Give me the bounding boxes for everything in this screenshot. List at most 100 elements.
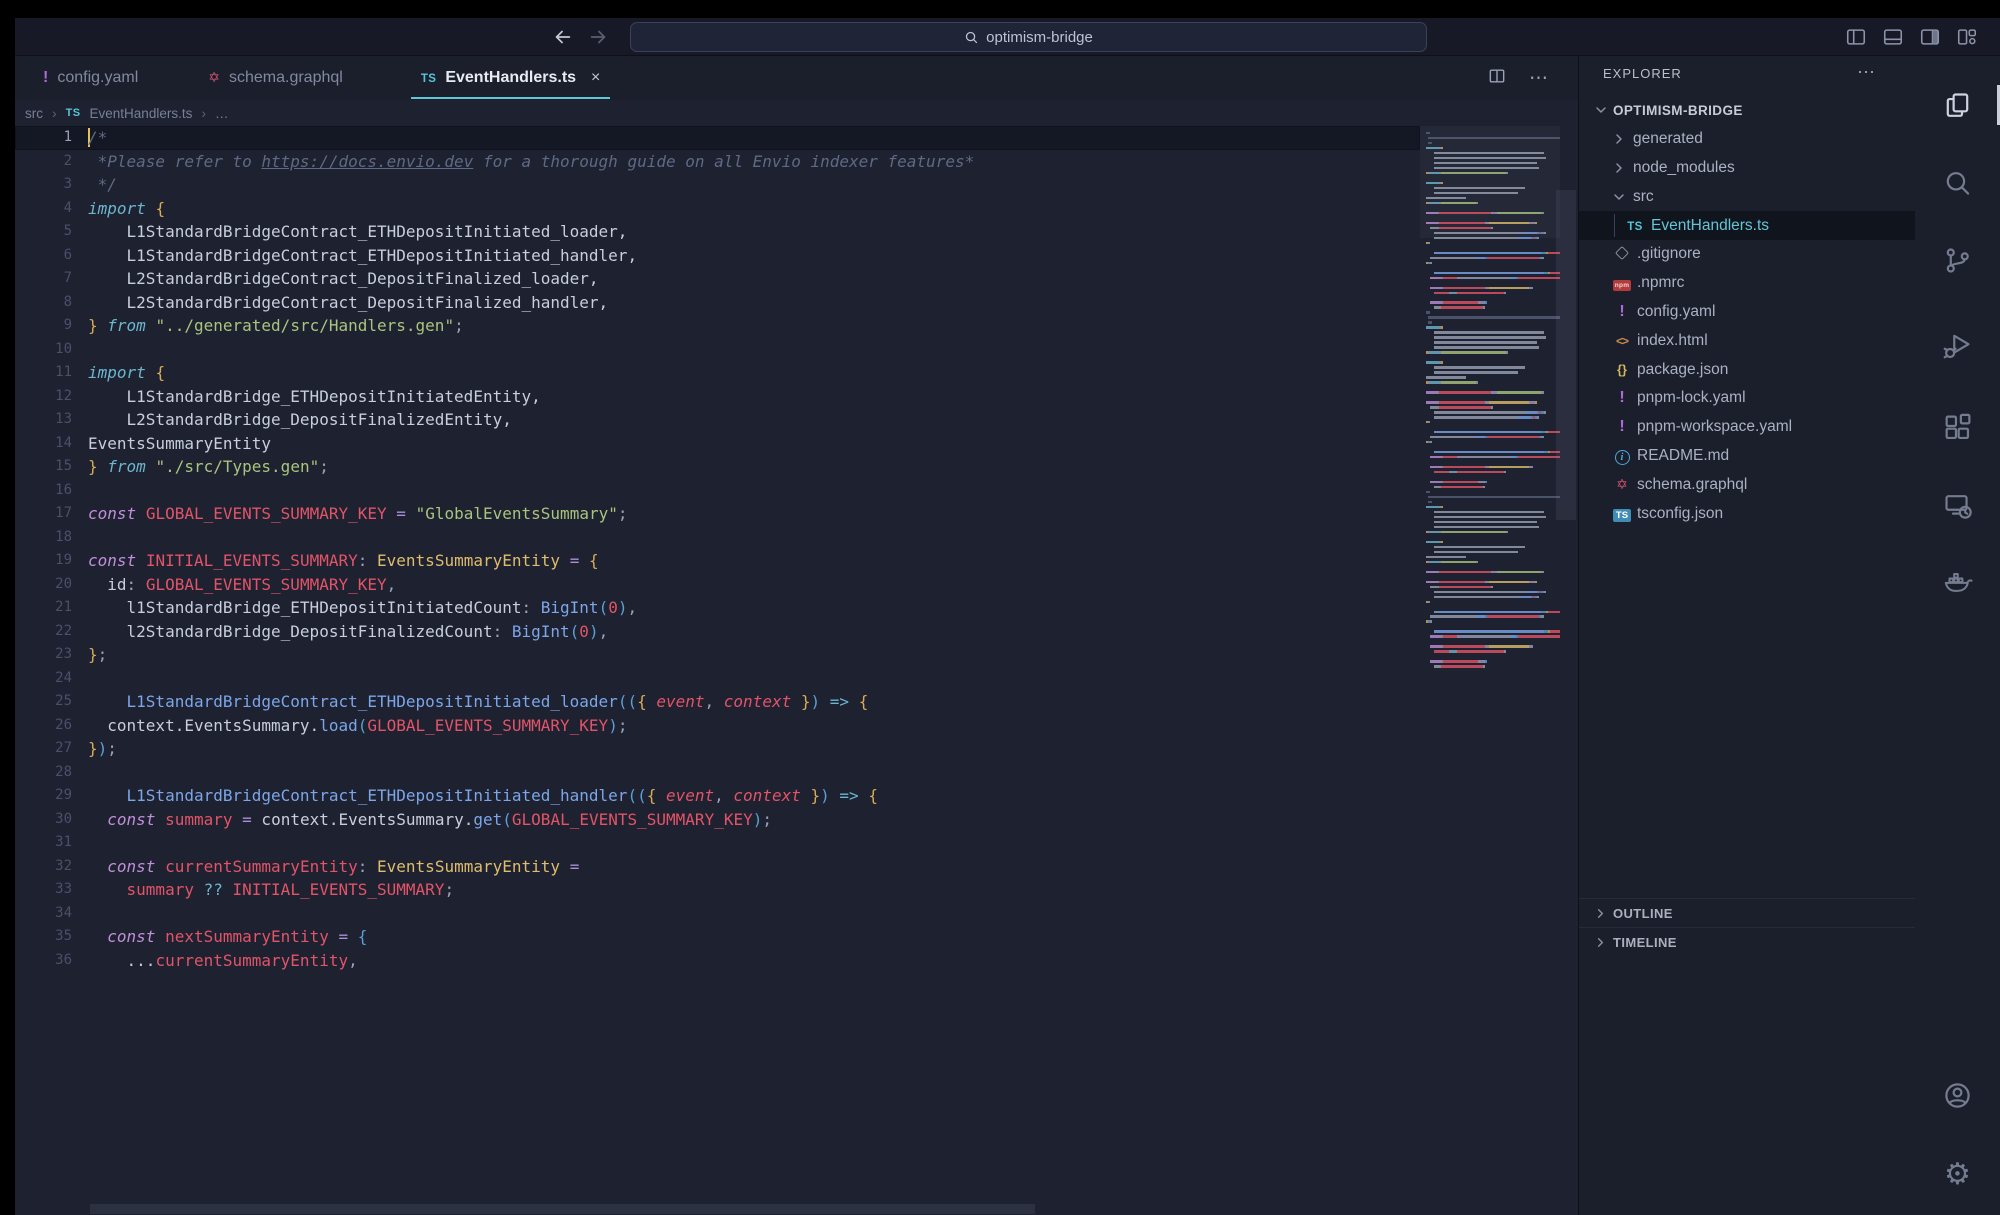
- layout-customize-icon[interactable]: [1956, 26, 1978, 48]
- code-line-16[interactable]: 16: [15, 479, 1420, 503]
- source-control-icon[interactable]: [1936, 238, 1980, 282]
- line-number: 24: [15, 667, 88, 691]
- code-line-25[interactable]: 25 L1StandardBridgeContract_ETHDepositIn…: [15, 690, 1420, 714]
- code-line-31[interactable]: 31: [15, 831, 1420, 855]
- search-icon[interactable]: [1936, 161, 1980, 205]
- breadcrumb-item[interactable]: src: [25, 106, 43, 121]
- code-line-18[interactable]: 18: [15, 526, 1420, 550]
- info-file-icon: i: [1611, 447, 1633, 465]
- code-line-10[interactable]: 10: [15, 338, 1420, 362]
- tree-file-package.json[interactable]: {}package.json: [1579, 355, 1915, 384]
- panel-bottom-icon[interactable]: [1882, 26, 1904, 48]
- line-number: 17: [15, 502, 88, 526]
- code-line-15[interactable]: 15} from "./src/Types.gen";: [15, 455, 1420, 479]
- code-line-3[interactable]: 3 */: [15, 173, 1420, 197]
- tree-file-.npmrc[interactable]: npm.npmrc: [1579, 269, 1915, 298]
- tab-config.yaml[interactable]: !config.yaml: [25, 56, 156, 100]
- account-icon[interactable]: [1936, 1073, 1980, 1117]
- code-editor[interactable]: 1/*2 *Please refer to https://docs.envio…: [15, 126, 1578, 1215]
- code-line-34[interactable]: 34: [15, 902, 1420, 926]
- ts-file-icon: TS: [1624, 217, 1646, 235]
- code-line-35[interactable]: 35 const nextSummaryEntity = {: [15, 925, 1420, 949]
- breadcrumb-item[interactable]: EventHandlers.ts: [90, 106, 193, 121]
- code-line-8[interactable]: 8 L2StandardBridgeContract_DepositFinali…: [15, 291, 1420, 315]
- line-number: 16: [15, 479, 88, 503]
- nav-back-icon[interactable]: [552, 26, 574, 48]
- nav-forward-icon[interactable]: [587, 26, 609, 48]
- tree-file-index.html[interactable]: <>index.html: [1579, 326, 1915, 355]
- line-content: const summary = context.EventsSummary.ge…: [88, 808, 772, 832]
- tree-folder-node_modules[interactable]: node_modules: [1579, 154, 1915, 183]
- graphql-file-icon: ✡: [1611, 476, 1633, 494]
- tree-folder-generated[interactable]: generated: [1579, 125, 1915, 154]
- section-outline[interactable]: OUTLINE: [1579, 898, 1915, 927]
- line-number: 15: [15, 455, 88, 479]
- code-line-21[interactable]: 21 l1StandardBridge_ETHDepositInitiatedC…: [15, 596, 1420, 620]
- code-line-13[interactable]: 13 L2StandardBridge_DepositFinalizedEnti…: [15, 408, 1420, 432]
- minimap[interactable]: [1420, 126, 1560, 746]
- settings-gear-icon[interactable]: ⚙: [1936, 1153, 1980, 1197]
- tree-file-tsconfig.json[interactable]: TStsconfig.json: [1579, 499, 1915, 528]
- git-file-icon: [1611, 245, 1633, 263]
- horizontal-scrollbar[interactable]: [90, 1204, 1035, 1214]
- tree-file-pnpm-workspace.yaml[interactable]: !pnpm-workspace.yaml: [1579, 413, 1915, 442]
- tree-file-EventHandlers.ts[interactable]: TSEventHandlers.ts: [1579, 211, 1915, 240]
- chevron-right-icon: [1593, 935, 1608, 950]
- extensions-icon[interactable]: [1936, 405, 1980, 449]
- breadcrumb[interactable]: src›TSEventHandlers.ts›…: [15, 100, 1578, 126]
- code-line-22[interactable]: 22 l2StandardBridge_DepositFinalizedCoun…: [15, 620, 1420, 644]
- code-line-5[interactable]: 5 L1StandardBridgeContract_ETHDepositIni…: [15, 220, 1420, 244]
- split-editor-icon[interactable]: [1487, 66, 1507, 91]
- tree-file-config.yaml[interactable]: !config.yaml: [1579, 298, 1915, 327]
- code-line-29[interactable]: 29 L1StandardBridgeContract_ETHDepositIn…: [15, 784, 1420, 808]
- tree-file-schema.graphql[interactable]: ✡schema.graphql: [1579, 470, 1915, 499]
- tree-folder-src[interactable]: src: [1579, 182, 1915, 211]
- panel-right-icon[interactable]: [1919, 26, 1941, 48]
- code-line-27[interactable]: 27});: [15, 737, 1420, 761]
- explorer-more-icon[interactable]: ⋯: [1857, 62, 1877, 83]
- explorer-icon[interactable]: [1936, 83, 1980, 127]
- more-actions-icon[interactable]: ⋯: [1529, 67, 1550, 90]
- code-line-1[interactable]: 1/*: [15, 126, 1420, 150]
- tree-file-.gitignore[interactable]: .gitignore: [1579, 240, 1915, 269]
- code-line-11[interactable]: 11import {: [15, 361, 1420, 385]
- tree-file-pnpm-lock.yaml[interactable]: !pnpm-lock.yaml: [1579, 384, 1915, 413]
- code-line-17[interactable]: 17const GLOBAL_EVENTS_SUMMARY_KEY = "Glo…: [15, 502, 1420, 526]
- remote-explorer-icon[interactable]: [1936, 483, 1980, 527]
- code-line-7[interactable]: 7 L2StandardBridgeContract_DepositFinali…: [15, 267, 1420, 291]
- code-line-23[interactable]: 23};: [15, 643, 1420, 667]
- line-content: l1StandardBridge_ETHDepositInitiatedCoun…: [88, 596, 637, 620]
- tab-EventHandlers.ts[interactable]: TSEventHandlers.ts×: [403, 56, 619, 100]
- line-content: L2StandardBridgeContract_DepositFinalize…: [88, 291, 608, 315]
- vertical-scrollbar[interactable]: [1556, 190, 1576, 520]
- line-number: 30: [15, 808, 88, 832]
- code-line-33[interactable]: 33 summary ?? INITIAL_EVENTS_SUMMARY;: [15, 878, 1420, 902]
- close-tab-icon[interactable]: ×: [591, 69, 600, 87]
- code-line-32[interactable]: 32 const currentSummaryEntity: EventsSum…: [15, 855, 1420, 879]
- code-line-9[interactable]: 9} from "../generated/src/Handlers.gen";: [15, 314, 1420, 338]
- code-line-19[interactable]: 19const INITIAL_EVENTS_SUMMARY: EventsSu…: [15, 549, 1420, 573]
- code-line-28[interactable]: 28: [15, 761, 1420, 785]
- panel-left-icon[interactable]: [1845, 26, 1867, 48]
- tree-item-label: schema.graphql: [1637, 476, 1747, 494]
- tree-file-README.md[interactable]: iREADME.md: [1579, 442, 1915, 471]
- tree-folder-OPTIMISM-BRIDGE[interactable]: OPTIMISM-BRIDGE: [1579, 96, 1915, 125]
- tab-schema.graphql[interactable]: ✡schema.graphql: [190, 56, 361, 100]
- code-line-30[interactable]: 30 const summary = context.EventsSummary…: [15, 808, 1420, 832]
- code-line-4[interactable]: 4import {: [15, 197, 1420, 221]
- code-line-2[interactable]: 2 *Please refer to https://docs.envio.de…: [15, 150, 1420, 174]
- line-number: 9: [15, 314, 88, 338]
- docker-icon[interactable]: [1936, 560, 1980, 604]
- code-line-20[interactable]: 20 id: GLOBAL_EVENTS_SUMMARY_KEY,: [15, 573, 1420, 597]
- line-content: /*: [88, 126, 107, 150]
- code-line-36[interactable]: 36 ...currentSummaryEntity,: [15, 949, 1420, 973]
- code-line-6[interactable]: 6 L1StandardBridgeContract_ETHDepositIni…: [15, 244, 1420, 268]
- code-line-26[interactable]: 26 context.EventsSummary.load(GLOBAL_EVE…: [15, 714, 1420, 738]
- code-line-12[interactable]: 12 L1StandardBridge_ETHDepositInitiatedE…: [15, 385, 1420, 409]
- code-line-24[interactable]: 24: [15, 667, 1420, 691]
- code-line-14[interactable]: 14EventsSummaryEntity: [15, 432, 1420, 456]
- breadcrumb-item[interactable]: …: [215, 106, 229, 121]
- section-timeline[interactable]: TIMELINE: [1579, 927, 1915, 956]
- command-center-search[interactable]: optimism-bridge: [630, 22, 1427, 52]
- run-debug-icon[interactable]: [1936, 323, 1980, 367]
